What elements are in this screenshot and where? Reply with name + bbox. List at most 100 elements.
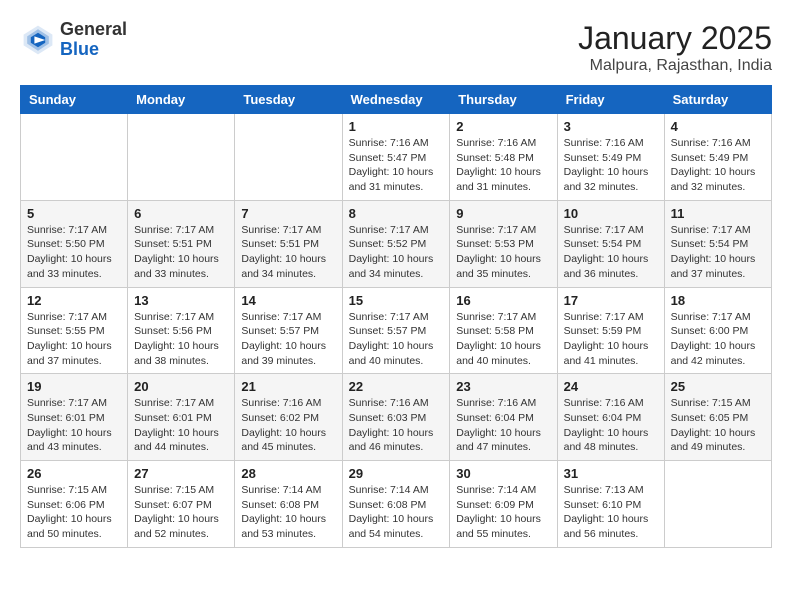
calendar-cell: 22 Sunrise: 7:16 AM Sunset: 6:03 PM Dayli…	[342, 374, 450, 461]
header-friday: Friday	[557, 86, 664, 114]
title-block: January 2025 Malpura, Rajasthan, India	[578, 20, 772, 75]
day-number: 30	[456, 466, 550, 481]
calendar-cell: 28 Sunrise: 7:14 AM Sunset: 6:08 PM Dayli…	[235, 461, 342, 548]
day-info: Sunrise: 7:14 AM Sunset: 6:08 PM Dayligh…	[349, 483, 444, 542]
day-info: Sunrise: 7:16 AM Sunset: 5:48 PM Dayligh…	[456, 136, 550, 195]
page-header: General Blue January 2025 Malpura, Rajas…	[20, 20, 772, 75]
calendar-cell: 5Sunrise: 7:17 AM Sunset: 5:50 PM Daylig…	[21, 200, 128, 287]
day-info: Sunrise: 7:16 AM Sunset: 6:04 PM Dayligh…	[456, 396, 550, 455]
day-number: 15	[349, 293, 444, 308]
day-number: 21	[241, 379, 335, 394]
day-info: Sunrise: 7:17 AM Sunset: 5:58 PM Dayligh…	[456, 310, 550, 369]
calendar-cell: 8Sunrise: 7:17 AM Sunset: 5:52 PM Daylig…	[342, 200, 450, 287]
day-info: Sunrise: 7:14 AM Sunset: 6:09 PM Dayligh…	[456, 483, 550, 542]
week-row-2: 12Sunrise: 7:17 AM Sunset: 5:55 PM Dayli…	[21, 287, 772, 374]
day-info: Sunrise: 7:17 AM Sunset: 5:54 PM Dayligh…	[564, 223, 658, 282]
calendar-cell: 24 Sunrise: 7:16 AM Sunset: 6:04 PM Dayli…	[557, 374, 664, 461]
day-info: Sunrise: 7:16 AM Sunset: 5:47 PM Dayligh…	[349, 136, 444, 195]
calendar-cell: 15 Sunrise: 7:17 AM Sunset: 5:57 PM Dayli…	[342, 287, 450, 374]
day-info: Sunrise: 7:17 AM Sunset: 6:00 PM Dayligh…	[671, 310, 765, 369]
calendar-cell: 7Sunrise: 7:17 AM Sunset: 5:51 PM Daylig…	[235, 200, 342, 287]
calendar-cell: 23 Sunrise: 7:16 AM Sunset: 6:04 PM Dayli…	[450, 374, 557, 461]
day-number: 22	[349, 379, 444, 394]
day-info: Sunrise: 7:16 AM Sunset: 6:04 PM Dayligh…	[564, 396, 658, 455]
day-number: 1	[349, 119, 444, 134]
calendar-header-row: SundayMondayTuesdayWednesdayThursdayFrid…	[21, 86, 772, 114]
day-number: 16	[456, 293, 550, 308]
day-number: 23	[456, 379, 550, 394]
calendar-cell	[664, 461, 771, 548]
day-number: 8	[349, 206, 444, 221]
header-monday: Monday	[128, 86, 235, 114]
calendar-cell: 20 Sunrise: 7:17 AM Sunset: 6:01 PM Dayli…	[128, 374, 235, 461]
calendar-table: SundayMondayTuesdayWednesdayThursdayFrid…	[20, 85, 772, 548]
day-number: 24	[564, 379, 658, 394]
header-wednesday: Wednesday	[342, 86, 450, 114]
day-info: Sunrise: 7:17 AM Sunset: 5:57 PM Dayligh…	[349, 310, 444, 369]
calendar-cell: 14Sunrise: 7:17 AM Sunset: 5:57 PM Dayli…	[235, 287, 342, 374]
month-title: January 2025	[578, 20, 772, 57]
day-info: Sunrise: 7:15 AM Sunset: 6:06 PM Dayligh…	[27, 483, 121, 542]
logo-blue: Blue	[60, 39, 99, 59]
calendar-cell: 30 Sunrise: 7:14 AM Sunset: 6:09 PM Dayli…	[450, 461, 557, 548]
day-info: Sunrise: 7:17 AM Sunset: 5:59 PM Dayligh…	[564, 310, 658, 369]
day-number: 18	[671, 293, 765, 308]
day-number: 20	[134, 379, 228, 394]
day-number: 28	[241, 466, 335, 481]
calendar-cell: 19 Sunrise: 7:17 AM Sunset: 6:01 PM Dayli…	[21, 374, 128, 461]
calendar-cell	[21, 114, 128, 201]
day-number: 9	[456, 206, 550, 221]
day-info: Sunrise: 7:14 AM Sunset: 6:08 PM Dayligh…	[241, 483, 335, 542]
calendar-cell	[235, 114, 342, 201]
calendar-cell: 25Sunrise: 7:15 AM Sunset: 6:05 PM Dayli…	[664, 374, 771, 461]
day-info: Sunrise: 7:16 AM Sunset: 6:02 PM Dayligh…	[241, 396, 335, 455]
day-info: Sunrise: 7:17 AM Sunset: 5:57 PM Dayligh…	[241, 310, 335, 369]
day-number: 6	[134, 206, 228, 221]
calendar-cell: 2 Sunrise: 7:16 AM Sunset: 5:48 PM Daylig…	[450, 114, 557, 201]
day-info: Sunrise: 7:17 AM Sunset: 6:01 PM Dayligh…	[27, 396, 121, 455]
day-number: 11	[671, 206, 765, 221]
header-thursday: Thursday	[450, 86, 557, 114]
day-info: Sunrise: 7:16 AM Sunset: 5:49 PM Dayligh…	[564, 136, 658, 195]
calendar-cell: 18 Sunrise: 7:17 AM Sunset: 6:00 PM Dayli…	[664, 287, 771, 374]
day-number: 29	[349, 466, 444, 481]
header-sunday: Sunday	[21, 86, 128, 114]
calendar-cell	[128, 114, 235, 201]
day-number: 25	[671, 379, 765, 394]
header-tuesday: Tuesday	[235, 86, 342, 114]
day-info: Sunrise: 7:17 AM Sunset: 5:56 PM Dayligh…	[134, 310, 228, 369]
week-row-1: 5Sunrise: 7:17 AM Sunset: 5:50 PM Daylig…	[21, 200, 772, 287]
day-number: 13	[134, 293, 228, 308]
calendar-cell: 31Sunrise: 7:13 AM Sunset: 6:10 PM Dayli…	[557, 461, 664, 548]
location-title: Malpura, Rajasthan, India	[578, 57, 772, 75]
calendar-cell: 13 Sunrise: 7:17 AM Sunset: 5:56 PM Dayli…	[128, 287, 235, 374]
week-row-3: 19 Sunrise: 7:17 AM Sunset: 6:01 PM Dayli…	[21, 374, 772, 461]
calendar-cell: 12Sunrise: 7:17 AM Sunset: 5:55 PM Dayli…	[21, 287, 128, 374]
day-info: Sunrise: 7:17 AM Sunset: 5:50 PM Dayligh…	[27, 223, 121, 282]
calendar-cell: 16 Sunrise: 7:17 AM Sunset: 5:58 PM Dayli…	[450, 287, 557, 374]
header-saturday: Saturday	[664, 86, 771, 114]
day-info: Sunrise: 7:17 AM Sunset: 5:51 PM Dayligh…	[134, 223, 228, 282]
day-number: 7	[241, 206, 335, 221]
calendar-cell: 26Sunrise: 7:15 AM Sunset: 6:06 PM Dayli…	[21, 461, 128, 548]
week-row-4: 26Sunrise: 7:15 AM Sunset: 6:06 PM Dayli…	[21, 461, 772, 548]
calendar-cell: 11Sunrise: 7:17 AM Sunset: 5:54 PM Dayli…	[664, 200, 771, 287]
calendar-cell: 9Sunrise: 7:17 AM Sunset: 5:53 PM Daylig…	[450, 200, 557, 287]
calendar-cell: 17Sunrise: 7:17 AM Sunset: 5:59 PM Dayli…	[557, 287, 664, 374]
calendar-cell: 29 Sunrise: 7:14 AM Sunset: 6:08 PM Dayli…	[342, 461, 450, 548]
logo-text: General Blue	[60, 20, 127, 60]
day-number: 31	[564, 466, 658, 481]
calendar-cell: 6 Sunrise: 7:17 AM Sunset: 5:51 PM Daylig…	[128, 200, 235, 287]
day-info: Sunrise: 7:16 AM Sunset: 6:03 PM Dayligh…	[349, 396, 444, 455]
day-number: 10	[564, 206, 658, 221]
day-number: 2	[456, 119, 550, 134]
day-info: Sunrise: 7:17 AM Sunset: 5:55 PM Dayligh…	[27, 310, 121, 369]
day-info: Sunrise: 7:17 AM Sunset: 6:01 PM Dayligh…	[134, 396, 228, 455]
day-number: 4	[671, 119, 765, 134]
logo: General Blue	[20, 20, 127, 60]
calendar-cell: 27Sunrise: 7:15 AM Sunset: 6:07 PM Dayli…	[128, 461, 235, 548]
day-number: 19	[27, 379, 121, 394]
calendar-cell: 3Sunrise: 7:16 AM Sunset: 5:49 PM Daylig…	[557, 114, 664, 201]
day-number: 27	[134, 466, 228, 481]
calendar-cell: 10 Sunrise: 7:17 AM Sunset: 5:54 PM Dayli…	[557, 200, 664, 287]
